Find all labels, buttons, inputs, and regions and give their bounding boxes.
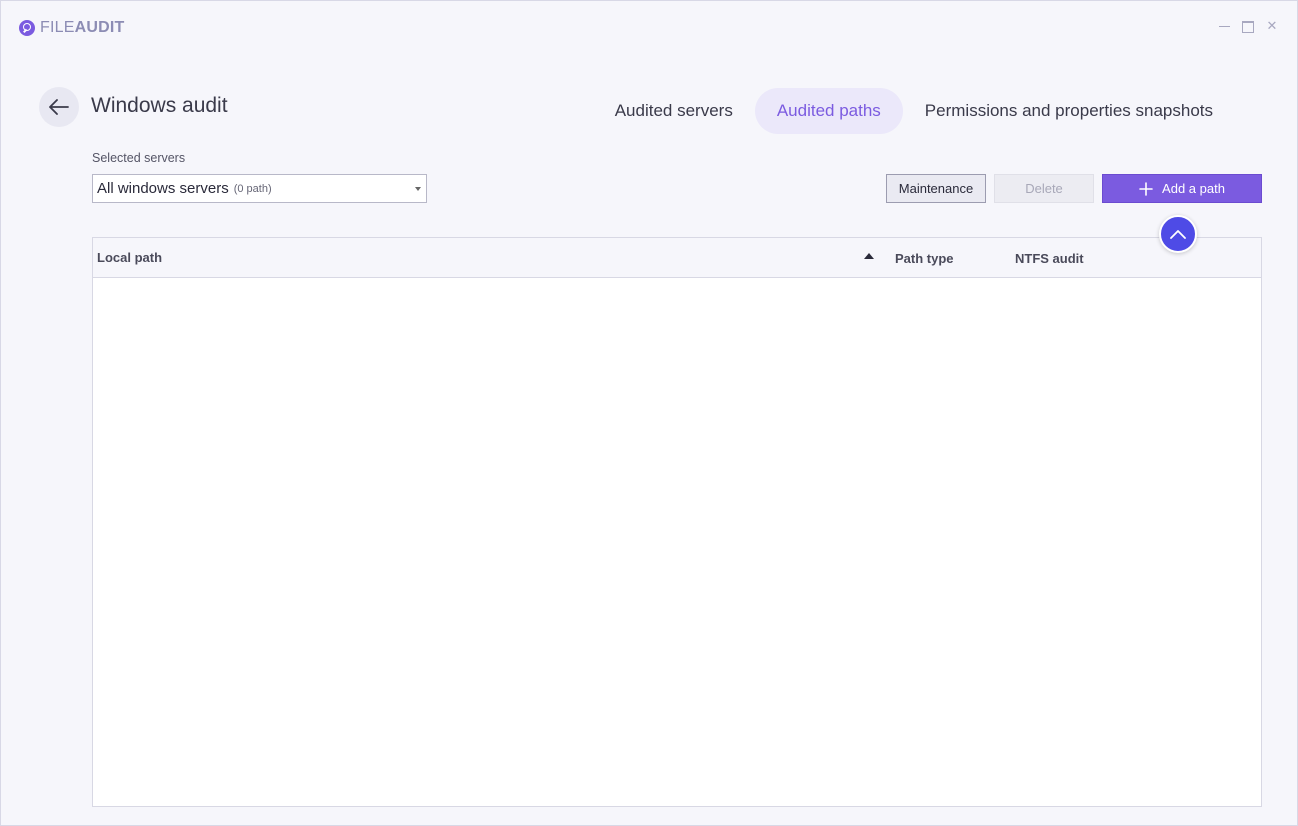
maximize-icon[interactable] <box>1241 19 1255 33</box>
caret-down-icon <box>415 187 421 191</box>
delete-button[interactable]: Delete <box>994 174 1094 203</box>
minimize-icon[interactable] <box>1217 19 1231 33</box>
window-controls: ✕ <box>1217 19 1279 33</box>
add-path-button[interactable]: Add a path <box>1102 174 1262 203</box>
maintenance-button[interactable]: Maintenance <box>886 174 986 203</box>
sort-ascending-icon[interactable] <box>864 253 874 259</box>
scroll-to-top-button[interactable] <box>1159 215 1197 253</box>
app-name: FILEAUDIT <box>40 19 124 37</box>
app-window: FILEAUDIT ✕ Windows audit Audited server… <box>0 0 1298 826</box>
tab-permissions-snapshots[interactable]: Permissions and properties snapshots <box>903 88 1235 134</box>
search-logo-icon <box>19 20 35 36</box>
column-local-path[interactable]: Local path <box>97 250 162 265</box>
title-bar: FILEAUDIT ✕ <box>1 1 1297 55</box>
add-path-label: Add a path <box>1162 181 1225 196</box>
app-logo: FILEAUDIT <box>19 19 124 37</box>
paths-table: Local path Path type NTFS audit <box>92 237 1262 807</box>
chevron-up-icon <box>1170 230 1186 239</box>
tab-bar: Audited servers Audited paths Permission… <box>593 88 1235 134</box>
column-path-type[interactable]: Path type <box>895 251 954 266</box>
selected-servers-label: Selected servers <box>92 151 186 165</box>
app-name-bold: AUDIT <box>74 19 125 36</box>
tab-audited-paths[interactable]: Audited paths <box>754 88 903 134</box>
app-name-light: FILE <box>40 19 75 36</box>
server-select[interactable]: All windows servers (0 path) <box>92 174 427 203</box>
back-button[interactable] <box>39 87 79 127</box>
server-select-count: (0 path) <box>233 182 272 195</box>
plus-icon <box>1139 181 1153 196</box>
column-ntfs-audit[interactable]: NTFS audit <box>1015 251 1084 266</box>
tab-audited-servers[interactable]: Audited servers <box>593 88 755 134</box>
server-select-value: All windows servers <box>97 180 229 197</box>
close-icon[interactable]: ✕ <box>1265 19 1279 33</box>
arrow-left-icon <box>49 99 69 115</box>
table-header: Local path Path type NTFS audit <box>93 238 1261 278</box>
page-title: Windows audit <box>91 94 228 117</box>
